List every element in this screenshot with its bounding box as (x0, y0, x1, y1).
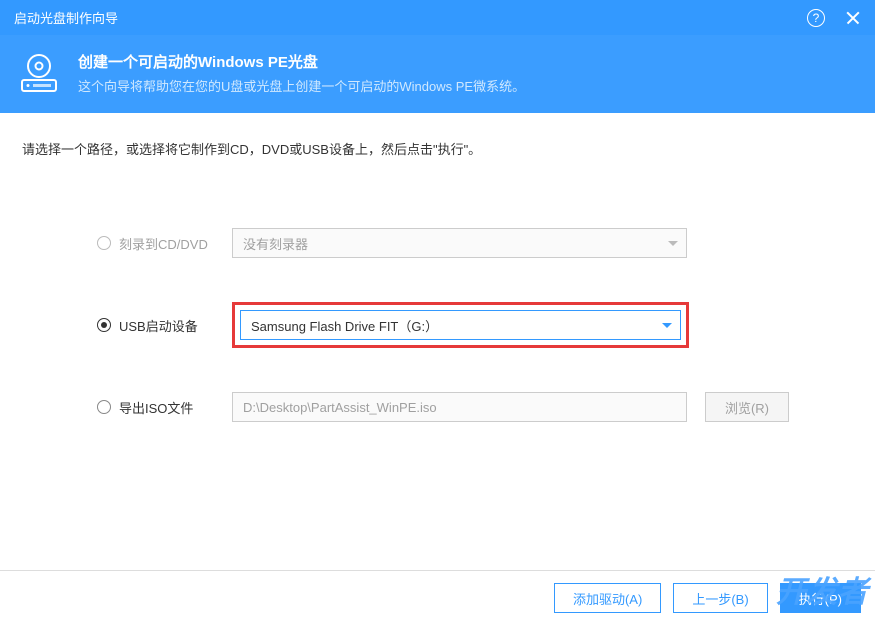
radio-usb[interactable]: USB启动设备 (97, 316, 232, 335)
option-usb: USB启动设备 Samsung Flash Drive FIT（G:） (97, 302, 853, 348)
option-iso: 导出ISO文件 浏览(R) (97, 392, 853, 422)
iso-path-input (232, 392, 687, 422)
browse-button: 浏览(R) (705, 392, 789, 422)
radio-icon (97, 236, 111, 250)
radio-label-cd: 刻录到CD/DVD (119, 234, 208, 253)
wizard-footer: 添加驱动(A) 上一步(B) 执行(P) (0, 570, 875, 625)
instruction-text: 请选择一个路径，或选择将它制作到CD，DVD或USB设备上，然后点击"执行"。 (22, 139, 853, 158)
header-subtitle: 这个向导将帮助您在您的U盘或光盘上创建一个可启动的Windows PE微系统。 (78, 76, 525, 95)
radio-label-usb: USB启动设备 (119, 316, 198, 335)
close-icon[interactable] (839, 4, 867, 32)
disc-drive-icon (18, 52, 60, 94)
chevron-down-icon (662, 323, 672, 328)
usb-highlight-box: Samsung Flash Drive FIT（G:） (232, 302, 689, 348)
titlebar: 启动光盘制作向导 ? (0, 0, 875, 35)
execute-button[interactable]: 执行(P) (780, 583, 861, 613)
help-icon[interactable]: ? (807, 9, 825, 27)
radio-icon (97, 318, 111, 332)
radio-icon (97, 400, 111, 414)
window-title: 启动光盘制作向导 (14, 8, 118, 27)
usb-device-select[interactable]: Samsung Flash Drive FIT（G:） (240, 310, 681, 340)
radio-iso[interactable]: 导出ISO文件 (97, 398, 232, 417)
cd-burner-value: 没有刻录器 (243, 234, 308, 253)
back-button[interactable]: 上一步(B) (673, 583, 767, 613)
header-title: 创建一个可启动的Windows PE光盘 (78, 51, 525, 72)
header-text: 创建一个可启动的Windows PE光盘 这个向导将帮助您在您的U盘或光盘上创建… (78, 51, 525, 95)
usb-device-value: Samsung Flash Drive FIT（G:） (251, 316, 438, 335)
options-group: 刻录到CD/DVD 没有刻录器 USB启动设备 Samsung Flash Dr… (22, 228, 853, 422)
option-cd-dvd: 刻录到CD/DVD 没有刻录器 (97, 228, 853, 258)
titlebar-controls: ? (807, 4, 867, 32)
content-area: 请选择一个路径，或选择将它制作到CD，DVD或USB设备上，然后点击"执行"。 … (0, 113, 875, 422)
wizard-header: 创建一个可启动的Windows PE光盘 这个向导将帮助您在您的U盘或光盘上创建… (0, 35, 875, 113)
cd-burner-select: 没有刻录器 (232, 228, 687, 258)
chevron-down-icon (668, 241, 678, 246)
add-driver-button[interactable]: 添加驱动(A) (554, 583, 661, 613)
radio-label-iso: 导出ISO文件 (119, 398, 193, 417)
radio-cd-dvd[interactable]: 刻录到CD/DVD (97, 234, 232, 253)
